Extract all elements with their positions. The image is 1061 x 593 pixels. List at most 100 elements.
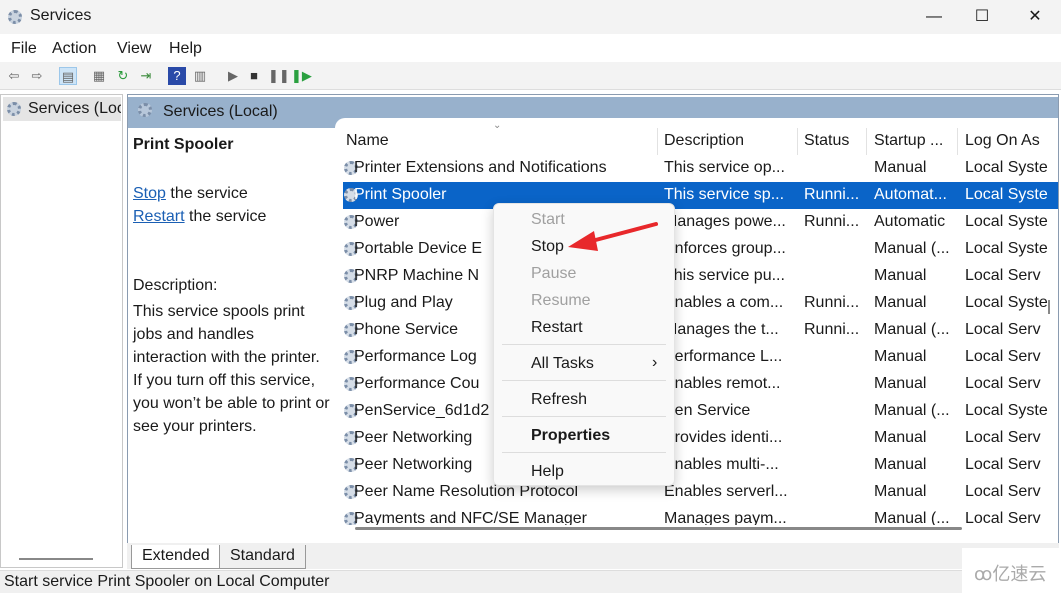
cell-startup-type: Manual [874, 294, 927, 311]
menu-item-refresh[interactable]: Refresh [531, 391, 587, 409]
properties-icon[interactable]: ▦ [90, 67, 108, 85]
table-row[interactable]: Performance Cou Enables remot... Manual Loc… [343, 371, 1058, 398]
description-panel: Print Spooler Stop the service Restart t… [128, 128, 330, 543]
start-icon[interactable]: ▶ [224, 67, 242, 85]
menu-file[interactable]: File [11, 40, 37, 58]
cell-status: Runni... [804, 186, 860, 203]
cell-log-on-as: Local Syste [965, 159, 1048, 176]
pause-icon[interactable]: ❚❚ [268, 67, 290, 85]
cell-log-on-as: Local Serv [965, 375, 1041, 392]
minimize-button[interactable]: — [911, 4, 957, 30]
menu-help[interactable]: Help [169, 40, 202, 58]
stop-icon[interactable]: ■ [245, 67, 263, 85]
red-arrow-annotation [568, 222, 658, 251]
restart-suffix: the service [184, 208, 267, 225]
column-divider[interactable] [957, 128, 958, 155]
cell-startup-type: Manual (... [874, 510, 950, 525]
table-row[interactable]: Payments and NFC/SE Manager Manages paym.… [343, 506, 1058, 525]
cell-startup-type: Manual [874, 267, 927, 284]
column-description[interactable]: Description [664, 132, 744, 150]
sort-chevron-icon: ⌄ [493, 120, 502, 131]
menu-separator [502, 344, 666, 345]
menu-item-stop[interactable]: Stop [531, 238, 564, 256]
cell-description: Enables serverl... [664, 483, 788, 500]
cell-startup-type: Manual (... [874, 240, 950, 257]
rows-container: Printer Extensions and Notifications This… [335, 155, 1058, 525]
table-row[interactable]: Plug and Play Enables a com... Runni... Man… [343, 290, 1058, 317]
menu-item-restart[interactable]: Restart [531, 319, 583, 337]
tree-item-services-local[interactable]: Services (Loc [3, 97, 121, 121]
close-button[interactable]: ✕ [1012, 4, 1058, 30]
cell-log-on-as: Local Serv [965, 483, 1041, 500]
help-icon[interactable]: ? [168, 67, 186, 85]
refresh-icon[interactable]: ↻ [114, 67, 132, 85]
cell-name: Print Spooler [354, 186, 447, 203]
restart-icon[interactable]: ❚▶ [291, 67, 312, 85]
table-row[interactable]: Peer Networking Enables multi-... Manual Lo… [343, 452, 1058, 479]
table-row[interactable]: Portable Device E Enforces group... Manual… [343, 236, 1058, 263]
table-row[interactable]: Peer Name Resolution Protocol Enables ser… [343, 479, 1058, 506]
services-icon [7, 102, 21, 116]
menu-item-help[interactable]: Help [531, 463, 564, 481]
cell-startup-type: Manual [874, 429, 927, 446]
cell-log-on-as: Local Syste [965, 240, 1048, 257]
restart-service-link[interactable]: Restart [133, 208, 185, 225]
cell-log-on-as: Local Syste [965, 186, 1048, 203]
table-row[interactable]: Peer Networking Provides identi... Manual L… [343, 425, 1058, 452]
cell-description: Enables multi-... [664, 456, 779, 473]
console-icon[interactable]: ▥ [191, 67, 209, 85]
services-list: ⌄ Name Description Status Startup ... Lo… [335, 118, 1058, 543]
table-row[interactable]: Printer Extensions and Notifications This… [343, 155, 1058, 182]
column-name[interactable]: Name [346, 132, 389, 150]
table-row[interactable]: Power Manages powe... Runni... Automatic Loc… [343, 209, 1058, 236]
table-row[interactable]: Phone Service Manages the t... Runni... Man… [343, 317, 1058, 344]
show-hide-tree-icon[interactable]: ▤ [59, 67, 77, 85]
cell-log-on-as: Local Serv [965, 348, 1041, 365]
forward-icon[interactable]: ⇨ [28, 67, 46, 85]
column-divider[interactable] [657, 128, 658, 155]
maximize-button[interactable]: ☐ [959, 4, 1005, 30]
table-row[interactable]: Print Spooler This service sp... Runni... A… [343, 182, 1058, 209]
cell-description: Enforces group... [664, 240, 786, 257]
cell-description: This service op... [664, 159, 785, 176]
menu-item-all-tasks[interactable]: All Tasks [531, 355, 594, 373]
cell-description: Enables a com... [664, 294, 784, 311]
table-row[interactable]: Performance Log Performance L... Manual Loc… [343, 344, 1058, 371]
watermark-text: 亿速云 [992, 564, 1047, 584]
cell-description: Enables remot... [664, 375, 781, 392]
table-row[interactable]: PNRP Machine N This service pu... Manual Lo… [343, 263, 1058, 290]
column-log-on-as[interactable]: Log On As [965, 132, 1058, 150]
back-icon[interactable]: ⇦ [5, 67, 23, 85]
cell-description: Performance L... [664, 348, 783, 365]
status-bar: Start service Print Spooler on Local Com… [0, 570, 1061, 593]
column-divider[interactable] [866, 128, 867, 155]
column-startup-type[interactable]: Startup ... [874, 132, 943, 150]
tree-scrollbar[interactable] [19, 558, 93, 560]
stop-service-link[interactable]: Stop [133, 185, 166, 202]
menu-item-properties[interactable]: Properties [531, 427, 610, 445]
table-row[interactable]: PenService_6d1d2 Pen Service Manual (... Lo… [343, 398, 1058, 425]
cell-startup-type: Manual (... [874, 402, 950, 419]
menu-item-pause: Pause [531, 265, 577, 282]
cell-description: Manages paym... [664, 510, 787, 525]
cell-startup-type: Manual [874, 456, 927, 473]
menu-action[interactable]: Action [52, 40, 96, 58]
cell-description: Manages the t... [664, 321, 779, 338]
column-status[interactable]: Status [804, 132, 849, 150]
horizontal-scrollbar[interactable] [355, 527, 962, 530]
cell-log-on-as: Local Serv [965, 267, 1041, 284]
tab-extended[interactable]: Extended [131, 545, 221, 569]
submenu-chevron-icon: › [652, 354, 658, 371]
column-divider[interactable] [797, 128, 798, 155]
service-name: Print Spooler [133, 136, 234, 153]
menu-item-resume: Resume [531, 292, 591, 309]
tab-standard[interactable]: Standard [219, 545, 306, 569]
menu-view[interactable]: View [117, 40, 151, 58]
cell-startup-type: Manual [874, 348, 927, 365]
services-icon [138, 103, 152, 117]
cell-log-on-as: Local Syste [965, 213, 1048, 230]
export-list-icon[interactable]: ⇥ [137, 67, 155, 85]
vertical-scrollbar[interactable] [1048, 300, 1050, 314]
toolbar: ⇦ ⇨ ▤ ▦ ↻ ⇥ ? ▥ ▶ ■ ❚❚ ❚▶ [0, 62, 1061, 90]
menu-bar: File Action View Help [0, 34, 1061, 62]
